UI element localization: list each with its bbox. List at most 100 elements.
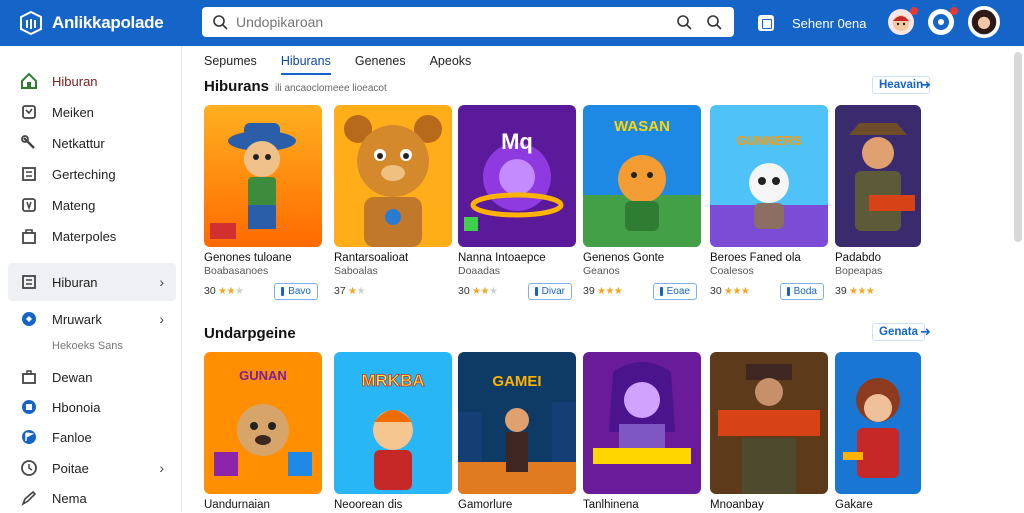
sidebar-item-materpoles[interactable]: Materpoles [8, 221, 176, 251]
game-card[interactable]: Gakare [835, 352, 921, 511]
game-thumbnail[interactable]: GAMEI [458, 352, 576, 494]
arrow-right-icon[interactable]: ➜ [920, 77, 931, 93]
game-thumbnail[interactable] [710, 352, 828, 494]
install-button[interactable]: Divar [527, 282, 572, 300]
rating-value: 39 [835, 285, 847, 297]
tab-genenes[interactable]: Genenes [355, 52, 406, 75]
game-thumbnail[interactable]: GUNNERS [710, 105, 828, 247]
sidebar-item-label: Hiburan [52, 73, 98, 89]
game-thumbnail[interactable] [835, 105, 921, 247]
sidebar-item-label: Mateng [52, 197, 96, 213]
game-thumbnail[interactable]: WASAN [583, 105, 701, 247]
card-footer: 37 ★★ [334, 282, 452, 300]
sidebar-item-hiburan-group[interactable]: Hiburan › [8, 263, 176, 301]
game-card[interactable]: Mq Nanna Intoaepce Doaadas 30 ★★★ Divar [458, 105, 576, 300]
notification-avatar[interactable] [888, 7, 918, 35]
install-button[interactable]: Boda [779, 282, 824, 300]
game-card[interactable]: GAMEI Gamorlure [458, 352, 576, 511]
wrench-icon [21, 135, 35, 149]
game-card[interactable]: Rantarsoalioat Saboalas 37 ★★ [334, 105, 452, 300]
sidebar-item-mateng[interactable]: Mateng [8, 190, 176, 220]
settings-avatar[interactable] [928, 7, 958, 35]
game-thumbnail[interactable]: GUNAN [204, 352, 322, 494]
game-thumbnail[interactable] [835, 352, 921, 494]
game-title: Mnoanbay [710, 499, 764, 511]
section-subtitle: ili ancaoclomeee lioeacot [275, 83, 387, 94]
sidebar-item-meiken[interactable]: Meiken [8, 97, 176, 127]
user-avatar[interactable] [968, 6, 1000, 38]
purple-heroine-image [583, 352, 701, 494]
sidebar-item-hbonoia[interactable]: Hbonoia [8, 392, 176, 422]
rating-value: 37 [334, 285, 346, 297]
card-footer: 30 ★★★ Boda [710, 282, 828, 300]
vertical-scrollbar[interactable] [1014, 52, 1022, 242]
tab-apeoks[interactable]: Apeoks [430, 52, 472, 75]
game-card[interactable]: MRKBA Neoorean dis [334, 352, 452, 511]
search-submit-icon[interactable] [676, 14, 692, 30]
install-label: Boda [793, 285, 817, 297]
game-thumbnail[interactable] [334, 105, 452, 247]
svg-text:WASAN: WASAN [614, 118, 670, 135]
sidebar-sub-label[interactable]: Hekoeks Sans [52, 340, 123, 352]
search-bar[interactable] [202, 7, 734, 37]
game-card[interactable]: Mnoanbay [710, 352, 828, 511]
game-title: Padabdo [835, 252, 882, 264]
search-input[interactable] [236, 9, 676, 35]
sidebar-item-nema[interactable]: Nema [8, 483, 176, 513]
game-title: Gamorlure [458, 499, 513, 511]
girl-character-image [835, 352, 921, 494]
game-card[interactable]: GUNNERS Beroes Faned ola Coalesos 30 ★★★… [710, 105, 828, 300]
library-icon[interactable] [758, 15, 774, 31]
sidebar-item-mruwark[interactable]: Mruwark › [8, 304, 176, 334]
game-title: Tanlhinena [583, 499, 639, 511]
game-card[interactable]: GUNAN Uandurnaian [204, 352, 322, 511]
game-category: Geanos [583, 265, 620, 277]
logo-icon [20, 10, 42, 36]
arrow-right-icon[interactable]: ➜ [920, 324, 931, 340]
tab-hiburans[interactable]: Hiburans [280, 52, 331, 75]
game-category: Doaadas [458, 265, 501, 277]
see-more-link[interactable]: Genata [872, 323, 925, 341]
sidebar-item-label: Nema [52, 490, 87, 506]
game-title: Neoorean dis [334, 499, 403, 511]
sidebar-item-poitae[interactable]: Poitae › [8, 453, 176, 483]
topbar-actions: Sehenr 0ena [758, 0, 892, 46]
game-thumbnail[interactable]: MRKBA [334, 352, 452, 494]
game-category: Boabasanoes [204, 265, 269, 277]
user-label[interactable]: Sehenr 0ena [792, 16, 892, 31]
soldier-character-image [835, 105, 921, 247]
star-rating: ★★★ [472, 285, 498, 297]
sidebar-item-label: Mruwark [52, 311, 102, 327]
sidebar-item-label: Gerteching [52, 166, 116, 182]
app-logo[interactable]: Anlikkapolade [18, 10, 198, 36]
puzzle-icon [22, 105, 36, 119]
sidebar-item-hiburan[interactable]: Hiburan [8, 66, 176, 96]
game-card[interactable]: Tanlhinena [583, 352, 701, 511]
card-footer: 30 ★★★ Divar [458, 282, 576, 300]
tab-sepumes[interactable]: Sepumes [204, 52, 257, 75]
rating-value: 30 [710, 285, 722, 297]
profile-avatar-icon [971, 9, 997, 35]
sidebar-item-gerteching[interactable]: Gerteching [8, 159, 176, 189]
game-title: Gakare [835, 499, 873, 511]
install-button[interactable]: Bavo [274, 282, 318, 300]
bar-icon [534, 286, 538, 296]
game-card[interactable]: Genones tuloane Boabasanoes 30 ★★★ Bavo [204, 105, 322, 300]
game-card[interactable]: Padabdo Bopeapas 39 ★★★ [835, 105, 921, 300]
voice-search-icon[interactable] [706, 14, 722, 30]
game-thumbnail[interactable] [583, 352, 701, 494]
sidebar-item-netkattur[interactable]: Netkattur [8, 128, 176, 158]
home-icon [21, 72, 37, 89]
svg-text:MRKBA: MRKBA [361, 371, 424, 390]
game-thumbnail[interactable]: Mq [458, 105, 576, 247]
game-title: Rantarsoalioat [334, 252, 409, 264]
app-title: Anlikkapolade [52, 13, 164, 32]
sidebar-item-dewan[interactable]: Dewan [8, 362, 176, 392]
sidebar-item-fanloe[interactable]: Fanloe [8, 422, 176, 452]
install-button[interactable]: Eoae [652, 282, 697, 300]
game-card[interactable]: WASAN Genenos Gonte Geanos 39 ★★★ Eoae [583, 105, 701, 300]
game-thumbnail[interactable] [204, 105, 322, 247]
game-category: Bopeapas [835, 265, 883, 277]
sidebar-item-label: Hiburan [52, 274, 98, 290]
dog-character-image: GUNAN [204, 352, 322, 494]
